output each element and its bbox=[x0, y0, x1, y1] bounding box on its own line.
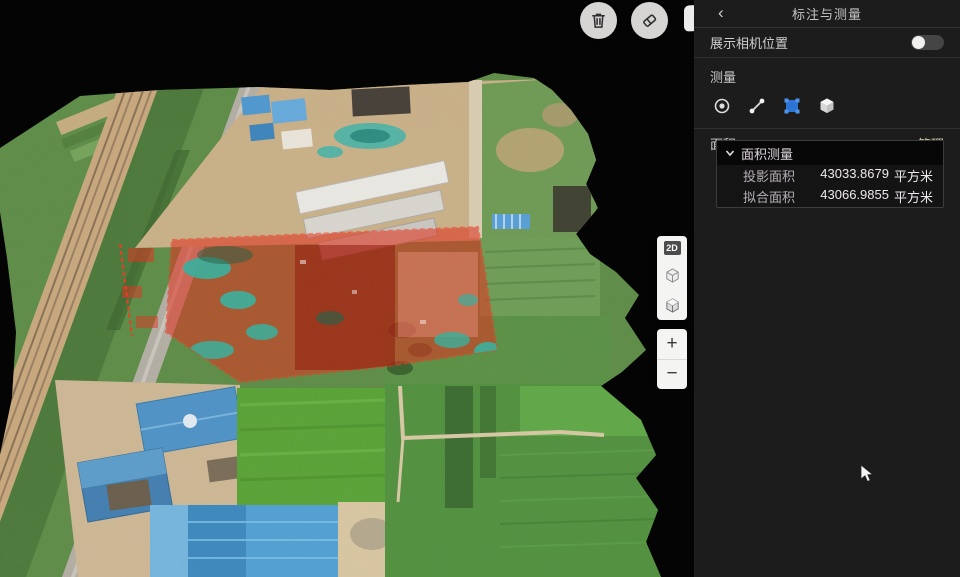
panel-title: 标注与测量 bbox=[792, 4, 862, 23]
projected-area-unit: 平方米 bbox=[894, 166, 933, 185]
projected-area-value: 43033.8679 bbox=[820, 166, 889, 185]
volume-cube-icon bbox=[818, 97, 836, 115]
zoom-controls: + − bbox=[657, 329, 687, 389]
zoom-in-button[interactable]: + bbox=[657, 329, 687, 359]
view-controls: 2D bbox=[657, 236, 687, 320]
view-3d-button[interactable] bbox=[662, 265, 682, 285]
camera-position-row: 展示相机位置 bbox=[694, 28, 960, 58]
fitted-area-row: 拟合面积 43066.9855 平方米 bbox=[717, 186, 943, 207]
eraser-icon bbox=[640, 11, 659, 30]
area-measure-tool[interactable] bbox=[780, 94, 804, 118]
delete-button[interactable] bbox=[580, 2, 617, 39]
measure-tools bbox=[694, 88, 960, 129]
model-view-button[interactable] bbox=[662, 295, 682, 315]
point-icon bbox=[713, 97, 731, 115]
fitted-area-value: 43066.9855 bbox=[820, 187, 889, 206]
projected-area-row: 投影面积 43033.8679 平方米 bbox=[717, 165, 943, 186]
orthophoto-map bbox=[0, 0, 695, 577]
camera-position-toggle[interactable] bbox=[911, 35, 944, 50]
point-measure-tool[interactable] bbox=[710, 94, 734, 118]
fitted-area-unit: 平方米 bbox=[894, 187, 933, 206]
trash-icon bbox=[589, 11, 608, 30]
view-2d-button[interactable]: 2D bbox=[664, 241, 681, 255]
area-measurement-title: 面积测量 bbox=[741, 144, 793, 163]
volume-measure-tool[interactable] bbox=[815, 94, 839, 118]
zoom-out-button[interactable]: − bbox=[657, 360, 687, 390]
toggle-knob bbox=[912, 36, 925, 49]
area-icon bbox=[783, 97, 801, 115]
projected-area-label: 投影面积 bbox=[743, 166, 795, 185]
panel-header: ‹ 标注与测量 bbox=[694, 0, 960, 28]
wire-cube-icon bbox=[664, 297, 681, 314]
cube-icon bbox=[664, 267, 681, 284]
distance-icon bbox=[748, 97, 766, 115]
map-viewport[interactable] bbox=[0, 0, 695, 577]
camera-position-label: 展示相机位置 bbox=[710, 33, 788, 52]
annotation-panel: ‹ 标注与测量 展示相机位置 测量 bbox=[694, 0, 960, 577]
back-button[interactable]: ‹ bbox=[718, 3, 725, 23]
chevron-down-icon bbox=[725, 148, 735, 158]
area-measurement-card: 面积测量 投影面积 43033.8679 平方米 拟合面积 43066.9855… bbox=[716, 140, 944, 208]
erase-button[interactable] bbox=[631, 2, 668, 39]
distance-measure-tool[interactable] bbox=[745, 94, 769, 118]
app-window: » ‹ 标注与测量 展示相机位置 测量 bbox=[0, 0, 960, 577]
measure-section-label: 测量 bbox=[694, 58, 960, 88]
fitted-area-label: 拟合面积 bbox=[743, 187, 795, 206]
area-measurement-header[interactable]: 面积测量 bbox=[717, 141, 943, 165]
